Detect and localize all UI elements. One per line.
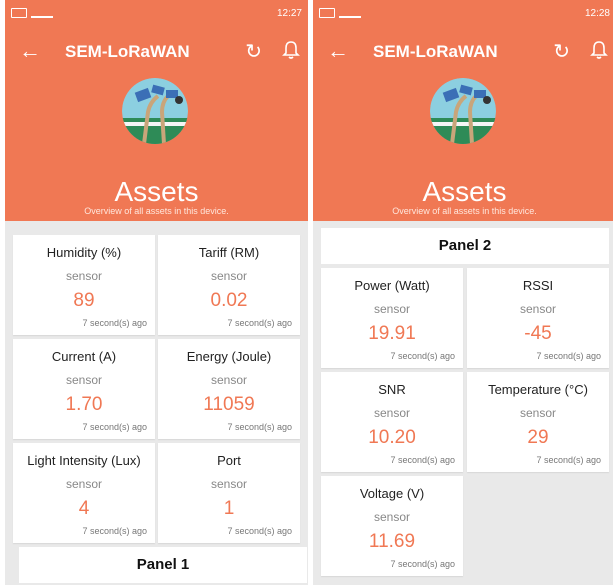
asset-label: Power (Watt) (354, 278, 430, 293)
hero-banner: Assets Overview of all assets in this de… (5, 78, 308, 221)
asset-label: Energy (Joule) (186, 349, 272, 364)
asset-label: Temperature (°C) (488, 382, 588, 397)
asset-logo-image (430, 78, 496, 144)
status-time: 12:28 (584, 8, 610, 19)
asset-value: 0.02 (210, 290, 248, 311)
sim-icon (11, 8, 27, 18)
asset-updated: 7 second(s) ago (82, 422, 147, 432)
asset-card[interactable]: Power (Watt) sensor 19.91 7 second(s) ag… (321, 268, 463, 368)
app-bar: ← SEM-LoRaWAN ↻ (313, 28, 613, 78)
status-icons-left (319, 8, 361, 18)
asset-type: sensor (65, 373, 103, 387)
asset-type: sensor (210, 373, 248, 387)
asset-type: sensor (373, 406, 411, 420)
bell-icon[interactable] (282, 40, 300, 65)
asset-label: Port (217, 453, 241, 468)
signal-icon (31, 8, 53, 18)
hero-subtitle: Overview of all assets in this device. (392, 206, 537, 216)
app-title: SEM-LoRaWAN (65, 42, 190, 61)
bell-icon[interactable] (590, 40, 608, 65)
phone-screen-left: 12:27 ← SEM-LoRaWAN ↻ Assets Overview of… (5, 0, 308, 585)
asset-card[interactable]: Current (A) sensor 1.70 7 second(s) ago (13, 339, 155, 439)
status-bar: 12:28 (313, 0, 613, 28)
asset-label: Tariff (RM) (198, 245, 260, 260)
refresh-icon[interactable]: ↻ (553, 39, 570, 64)
assets-grid: Panel 2 Power (Watt) sensor 19.91 7 seco… (313, 221, 613, 585)
asset-card[interactable]: Tariff (RM) sensor 0.02 7 second(s) ago (158, 235, 300, 335)
asset-card[interactable]: Temperature (°C) sensor 29 7 second(s) a… (467, 372, 609, 472)
asset-updated: 7 second(s) ago (227, 526, 292, 536)
asset-card[interactable]: RSSI sensor -45 7 second(s) ago (467, 268, 609, 368)
asset-type: sensor (210, 477, 248, 491)
hero-subtitle: Overview of all assets in this device. (84, 206, 229, 216)
asset-logo-image (122, 78, 188, 144)
hero-banner: Assets Overview of all assets in this de… (313, 78, 613, 221)
asset-type: sensor (65, 269, 103, 283)
panel-title: Panel 2 (321, 228, 609, 264)
asset-label: Current (A) (51, 349, 117, 364)
asset-type: sensor (373, 302, 411, 316)
signal-icon (339, 8, 361, 18)
app-title: SEM-LoRaWAN (373, 42, 498, 61)
asset-value: 89 (73, 290, 95, 311)
panel-title: Panel 1 (19, 547, 307, 583)
asset-updated: 7 second(s) ago (536, 455, 601, 465)
phone-screen-right: 12:28 ← SEM-LoRaWAN ↻ Assets Overview of… (313, 0, 613, 585)
asset-card[interactable]: Energy (Joule) sensor 11059 7 second(s) … (158, 339, 300, 439)
asset-type: sensor (210, 269, 248, 283)
asset-label: RSSI (522, 278, 554, 293)
asset-card[interactable]: Humidity (%) sensor 89 7 second(s) ago (13, 235, 155, 335)
asset-updated: 7 second(s) ago (390, 455, 455, 465)
asset-value: 10.20 (368, 427, 416, 448)
asset-type: sensor (65, 477, 103, 491)
asset-label: Humidity (%) (46, 245, 122, 260)
asset-label: Light Intensity (Lux) (27, 453, 141, 468)
asset-updated: 7 second(s) ago (227, 422, 292, 432)
asset-value: 19.91 (368, 323, 416, 344)
asset-card[interactable]: Voltage (V) sensor 11.69 7 second(s) ago (321, 476, 463, 576)
sim-icon (319, 8, 335, 18)
asset-updated: 7 second(s) ago (227, 318, 292, 328)
status-bar: 12:27 (5, 0, 308, 28)
refresh-icon[interactable]: ↻ (245, 39, 262, 64)
asset-value: 4 (78, 498, 90, 519)
asset-updated: 7 second(s) ago (390, 351, 455, 361)
asset-value: -45 (524, 323, 552, 344)
asset-card[interactable]: Port sensor 1 7 second(s) ago (158, 443, 300, 543)
status-icons-left (11, 8, 53, 18)
asset-value: 11059 (203, 394, 255, 415)
asset-card[interactable]: Light Intensity (Lux) sensor 4 7 second(… (13, 443, 155, 543)
assets-grid: Humidity (%) sensor 89 7 second(s) ago T… (5, 221, 308, 585)
asset-card[interactable]: SNR sensor 10.20 7 second(s) ago (321, 372, 463, 472)
asset-value: 1 (223, 498, 235, 519)
asset-type: sensor (373, 510, 411, 524)
asset-label: SNR (378, 382, 406, 397)
asset-updated: 7 second(s) ago (390, 559, 455, 569)
hero-title: Assets (422, 176, 507, 207)
asset-label: Voltage (V) (359, 486, 425, 501)
asset-updated: 7 second(s) ago (82, 526, 147, 536)
asset-updated: 7 second(s) ago (82, 318, 147, 328)
asset-type: sensor (519, 302, 557, 316)
asset-value: 11.69 (368, 531, 416, 552)
status-time: 12:27 (276, 8, 302, 19)
asset-updated: 7 second(s) ago (536, 351, 601, 361)
back-arrow-icon[interactable]: ← (19, 38, 41, 64)
app-bar: ← SEM-LoRaWAN ↻ (5, 28, 308, 78)
asset-type: sensor (519, 406, 557, 420)
hero-title: Assets (114, 176, 199, 207)
back-arrow-icon[interactable]: ← (327, 38, 349, 64)
asset-value: 1.70 (65, 394, 103, 415)
asset-value: 29 (527, 427, 549, 448)
